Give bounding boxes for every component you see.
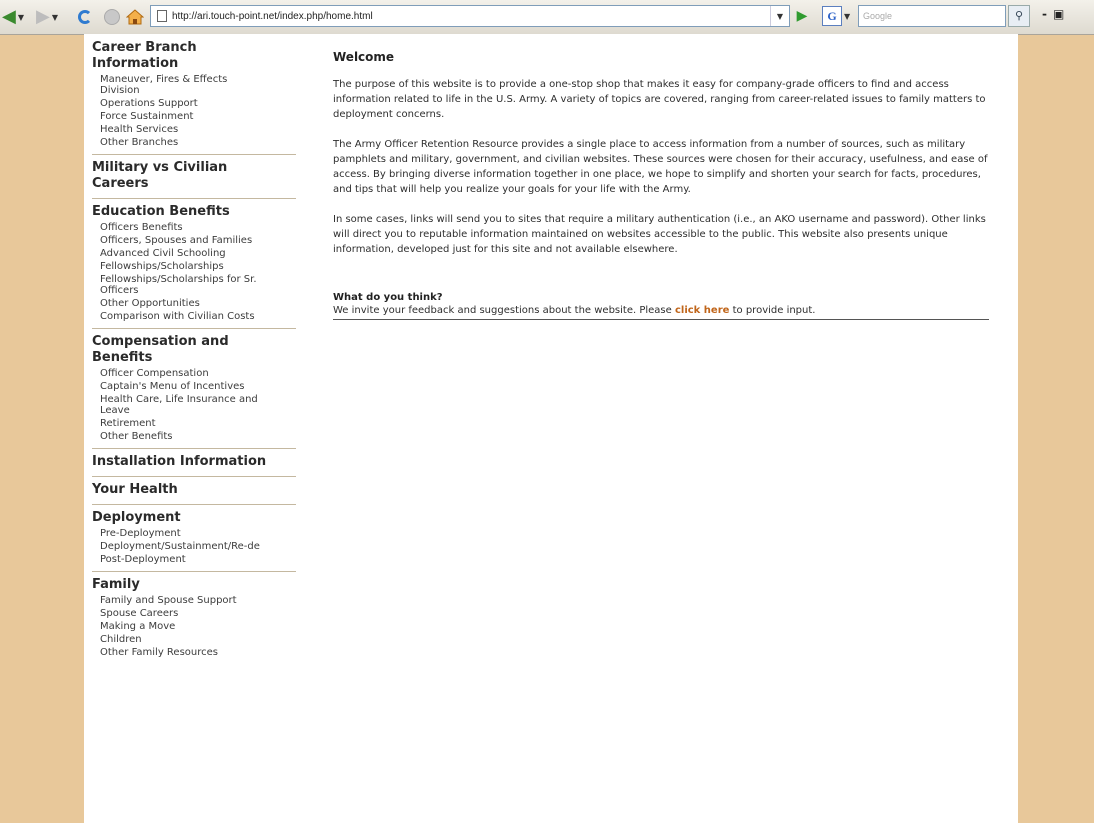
sidebar-section-military-vs-civilian-careers: Military vs Civilian Careers: [92, 160, 296, 199]
sidebar-item-health-services[interactable]: Health Services: [92, 124, 296, 135]
sidebar-section-career-branch-information: Career Branch Information Maneuver, Fires…: [92, 40, 296, 155]
click-here-link[interactable]: click here: [675, 305, 729, 316]
engine-dropdown-icon: ▼: [844, 11, 851, 21]
sidebar-heading-deployment[interactable]: Deployment: [92, 510, 282, 526]
feedback-text-after: to provide input.: [729, 305, 816, 316]
back-dropdown-icon[interactable]: ▼: [18, 13, 24, 22]
sidebar-item-other-family-resources[interactable]: Other Family Resources: [92, 647, 296, 658]
sidebar-item-maneuver-fires-effects-division[interactable]: Maneuver, Fires & Effects Division: [92, 74, 268, 96]
sidebar-item-fellowships-scholarships[interactable]: Fellowships/Scholarships: [92, 261, 296, 272]
sidebar-item-other-benefits[interactable]: Other Benefits: [92, 431, 296, 442]
sidebar-heading-family[interactable]: Family: [92, 577, 282, 593]
sidebar-item-captain-s-menu-of-incentives[interactable]: Captain's Menu of Incentives: [92, 381, 268, 392]
search-button[interactable]: ⚲: [1008, 5, 1030, 27]
page-icon: [157, 10, 167, 22]
browser-toolbar: ◀ ▼ ▶ ▼ http://ari.touch-point.net/index.p…: [0, 0, 1094, 35]
links-paragraph: In some cases, links will send you to si…: [333, 214, 986, 255]
go-button[interactable]: ▶: [792, 7, 812, 25]
sidebar-item-fellowships-scholarships-for-sr-officers[interactable]: Fellowships/Scholarships for Sr. Officer…: [92, 274, 268, 296]
restore-icon[interactable]: ▣: [1053, 7, 1070, 21]
sidebar-item-officers-benefits[interactable]: Officers Benefits: [92, 222, 296, 233]
search-input[interactable]: Google: [858, 5, 1006, 27]
page-title: Welcome: [333, 50, 395, 64]
forward-arrow-icon: ▶: [36, 6, 50, 27]
reload-icon: [78, 10, 92, 24]
back-arrow-icon: ◀: [2, 6, 16, 27]
main-content: Welcome The purpose of this website is t…: [333, 50, 989, 320]
stop-button[interactable]: [104, 7, 124, 27]
home-button[interactable]: [126, 7, 148, 27]
sidebar-heading-education-benefits[interactable]: Education Benefits: [92, 204, 282, 220]
address-bar[interactable]: http://ari.touch-point.net/index.php/hom…: [150, 5, 790, 27]
sidebar-heading-installation-information[interactable]: Installation Information: [92, 454, 282, 470]
sidebar-item-children[interactable]: Children: [92, 634, 296, 645]
go-arrow-icon: ▶: [796, 8, 808, 24]
chevron-down-icon: ▼: [776, 11, 784, 21]
sidebar-item-deployment-sustainment-re-de[interactable]: Deployment/Sustainment/Re-de: [92, 541, 296, 552]
sidebar-item-health-care-life-insurance-and-leave[interactable]: Health Care, Life Insurance and Leave: [92, 394, 268, 416]
sidebar-item-other-branches[interactable]: Other Branches: [92, 137, 296, 148]
back-button[interactable]: ◀ ▼: [2, 7, 32, 27]
sources-paragraph: The Army Officer Retention Resource prov…: [333, 139, 988, 195]
feedback-text-before: We invite your feedback and suggestions …: [333, 305, 675, 316]
home-icon: [126, 9, 144, 25]
intro-paragraph: The purpose of this website is to provid…: [333, 79, 986, 120]
google-logo-icon: G: [822, 6, 842, 26]
sidebar-item-officer-compensation[interactable]: Officer Compensation: [92, 368, 296, 379]
sidebar-item-advanced-civil-schooling[interactable]: Advanced Civil Schooling: [92, 248, 296, 259]
sidebar-heading-compensation-and-benefits[interactable]: Compensation and Benefits: [92, 334, 282, 366]
sidebar-section-your-health: Your Health: [92, 482, 296, 505]
sidebar-nav: Career Branch Information Maneuver, Fires…: [92, 40, 296, 669]
sidebar-item-family-and-spouse-support[interactable]: Family and Spouse Support: [92, 595, 296, 606]
page-body: Career Branch Information Maneuver, Fires…: [84, 34, 1018, 823]
search-icon: ⚲: [1014, 9, 1024, 22]
minimize-icon[interactable]: -: [1042, 7, 1053, 21]
url-history-dropdown[interactable]: ▼: [770, 6, 789, 26]
sidebar-section-deployment: Deployment Pre-Deployment Deployment/Susta…: [92, 510, 296, 572]
sidebar-item-retirement[interactable]: Retirement: [92, 418, 296, 429]
sidebar-section-installation-information: Installation Information: [92, 454, 296, 477]
sidebar-item-comparison-with-civilian-costs[interactable]: Comparison with Civilian Costs: [92, 311, 268, 322]
sidebar-item-operations-support[interactable]: Operations Support: [92, 98, 296, 109]
sidebar-item-post-deployment[interactable]: Post-Deployment: [92, 554, 296, 565]
sidebar-section-education-benefits: Education Benefits Officers Benefits Offic…: [92, 204, 296, 329]
sidebar-heading-career-branch-information[interactable]: Career Branch Information: [92, 40, 282, 72]
sidebar-item-other-opportunities[interactable]: Other Opportunities: [92, 298, 296, 309]
sidebar-item-officers-spouses-and-families[interactable]: Officers, Spouses and Families: [92, 235, 268, 246]
feedback-title: What do you think?: [333, 292, 443, 303]
sidebar-item-making-a-move[interactable]: Making a Move: [92, 621, 296, 632]
url-text[interactable]: http://ari.touch-point.net/index.php/hom…: [172, 11, 770, 22]
sidebar-heading-your-health[interactable]: Your Health: [92, 482, 282, 498]
sidebar-section-compensation-and-benefits: Compensation and Benefits Officer Compens…: [92, 334, 296, 449]
sidebar-item-force-sustainment[interactable]: Force Sustainment: [92, 111, 296, 122]
sidebar-heading-military-vs-civilian-careers[interactable]: Military vs Civilian Careers: [92, 160, 282, 192]
sidebar-item-spouse-careers[interactable]: Spouse Careers: [92, 608, 296, 619]
reload-button[interactable]: [78, 7, 98, 27]
sidebar-section-family: Family Family and Spouse Support Spouse Ca…: [92, 577, 296, 664]
sidebar-item-pre-deployment[interactable]: Pre-Deployment: [92, 528, 296, 539]
forward-dropdown-icon[interactable]: ▼: [52, 13, 58, 22]
window-controls[interactable]: -▣: [1042, 7, 1070, 21]
search-engine-selector[interactable]: G ▼: [822, 5, 854, 27]
feedback-text: We invite your feedback and suggestions …: [333, 304, 989, 320]
forward-button[interactable]: ▶ ▼: [36, 7, 64, 27]
stop-icon: [104, 9, 120, 25]
